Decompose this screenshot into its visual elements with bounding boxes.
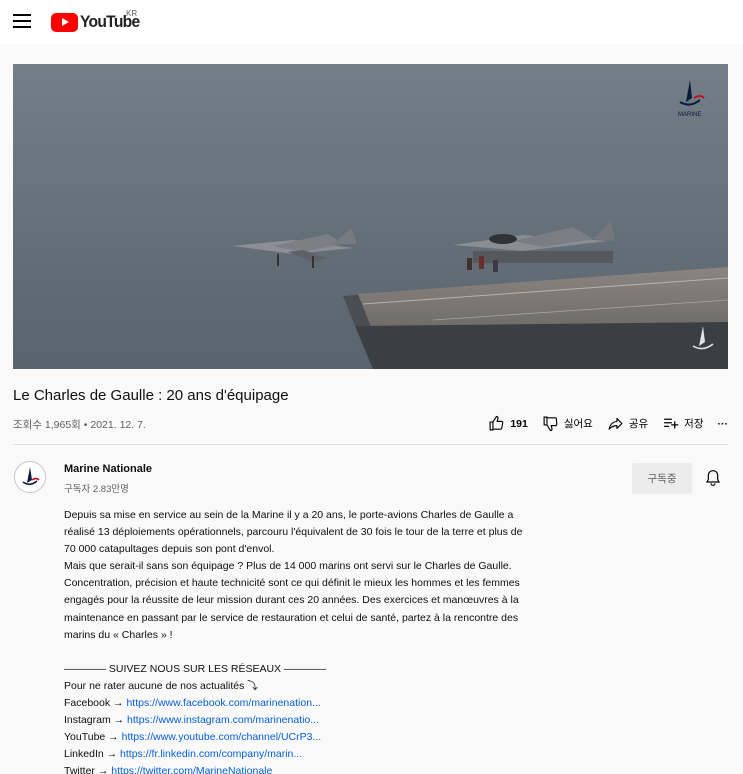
- video-meta-row: 조회수 1,965회 • 2021. 12. 7. 191 싫어요 공유 저장 …: [13, 415, 728, 435]
- video-player[interactable]: MARINE: [13, 64, 728, 369]
- description-line: réalisé 13 déploiements opérationnels, p…: [64, 526, 523, 539]
- social-heading: ———— SUIVEZ NOUS SUR LES RÉSEAUX ————: [64, 662, 326, 675]
- more-actions-button[interactable]: ···: [718, 418, 729, 430]
- like-button[interactable]: 191: [488, 415, 528, 432]
- social-link-linkedin: LinkedIn → https://fr.linkedin.com/compa…: [64, 746, 564, 763]
- dislike-button[interactable]: 싫어요: [542, 415, 593, 432]
- dislike-label: 싫어요: [563, 418, 593, 430]
- social-link-facebook: Facebook → https://www.facebook.com/mari…: [64, 695, 564, 712]
- facebook-link[interactable]: https://www.facebook.com/marinenation...: [126, 697, 320, 709]
- view-count: 조회수 1,965회: [13, 419, 81, 431]
- more-icon: ···: [717, 417, 729, 430]
- video-description: Depuis sa mise en service au sein de la …: [64, 507, 564, 774]
- description-line: engagés pour la réussite de leur mission…: [64, 594, 519, 607]
- svg-text:MARINE: MARINE: [678, 112, 701, 118]
- youtube-play-icon: [51, 12, 78, 32]
- thumbs-down-icon: [543, 416, 558, 432]
- separator: •: [83, 419, 88, 431]
- share-button[interactable]: 공유: [607, 415, 648, 432]
- playlist-add-icon: [664, 418, 679, 429]
- subscriber-count: 구독자 2.83만명: [64, 484, 129, 495]
- instagram-link[interactable]: https://www.instagram.com/marinenatio...: [127, 714, 319, 726]
- link-label: Twitter →: [64, 765, 109, 774]
- description-line: Depuis sa mise en service au sein de la …: [64, 509, 514, 521]
- social-link-youtube: YouTube → https://www.youtube.com/channe…: [64, 729, 564, 746]
- hamburger-menu-icon[interactable]: [13, 14, 31, 28]
- subscribed-button[interactable]: 구독중: [632, 463, 692, 494]
- link-label: YouTube →: [64, 731, 119, 744]
- video-frame: MARINE: [13, 64, 728, 369]
- social-link-instagram: Instagram → https://www.instagram.com/ma…: [64, 712, 564, 729]
- social-intro: Pour ne rater aucune de nos actualités ⤵: [64, 679, 258, 692]
- upload-date: 2021. 12. 7.: [90, 419, 146, 431]
- social-link-twitter: Twitter → https://twitter.com/MarineNati…: [64, 763, 564, 774]
- thumbs-up-icon: [489, 415, 504, 431]
- marine-nationale-logo-icon: [22, 467, 40, 486]
- link-label: Instagram →: [64, 714, 125, 727]
- save-button[interactable]: 저장: [662, 415, 704, 432]
- link-label: LinkedIn →: [64, 748, 118, 761]
- description-line: marins du « Charles » !: [64, 628, 173, 641]
- video-title: Le Charles de Gaulle : 20 ans d'équipage: [13, 387, 289, 404]
- linkedin-link[interactable]: https://fr.linkedin.com/company/marin...: [120, 748, 302, 760]
- view-count-and-date: 조회수 1,965회 • 2021. 12. 7.: [13, 417, 146, 432]
- top-bar: YouTube KR: [0, 0, 743, 44]
- save-label: 저장: [684, 418, 704, 430]
- share-label: 공유: [628, 418, 649, 430]
- youtube-link[interactable]: https://www.youtube.com/channel/UCrP3...: [122, 731, 322, 743]
- notification-bell-icon[interactable]: [705, 469, 721, 492]
- link-label: Facebook →: [64, 697, 124, 710]
- channel-name[interactable]: Marine Nationale: [64, 463, 152, 475]
- description-line: Mais que serait-il sans son équipage ? P…: [64, 560, 512, 573]
- description-line: maintenance en passant par le service de…: [64, 611, 519, 624]
- action-bar: 191 싫어요 공유 저장 ···: [474, 415, 728, 432]
- like-count: 191: [510, 417, 528, 430]
- description-line: 70 000 catapultages depuis son pont d'en…: [64, 543, 275, 556]
- channel-avatar[interactable]: [14, 461, 46, 493]
- country-code: KR: [126, 9, 138, 18]
- share-arrow-icon: [608, 417, 623, 430]
- twitter-link[interactable]: https://twitter.com/MarineNationale: [111, 765, 272, 774]
- description-line: Concentration, précision et haute techni…: [64, 577, 520, 590]
- divider: [13, 444, 728, 445]
